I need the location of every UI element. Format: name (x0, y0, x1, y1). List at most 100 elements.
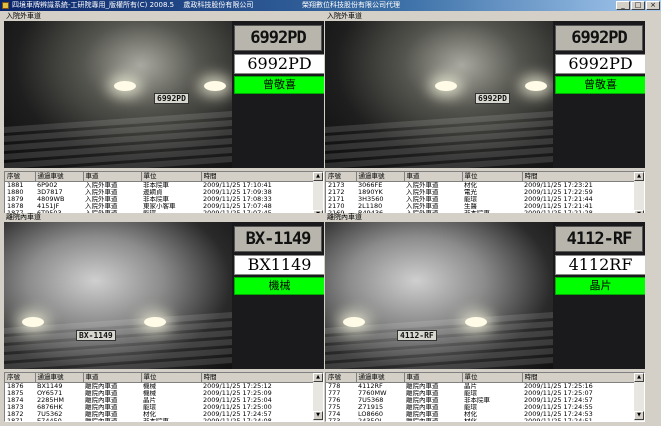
vendor-text: 榮翔數位科技股份有限公司代理 (302, 1, 400, 9)
scroll-up-icon[interactable]: ▲ (313, 172, 323, 181)
table-row[interactable]: 778 4112RF 離院內車道 晶片 2009/11/25 17:25:16 (326, 382, 634, 390)
cell: 774 (328, 410, 341, 418)
column-header[interactable]: 單位 (141, 172, 202, 182)
cell: 2009/11/25 17:23:21 (524, 181, 593, 189)
column-header[interactable]: 單位 (462, 373, 523, 383)
cell: 能環 (464, 195, 477, 203)
records-list[interactable]: 序號 通過車號 車道 單位 時間 778 4112RF 離院內車道 晶片 2009/11/25 … (325, 372, 645, 422)
cell: 7760MW (358, 389, 387, 397)
close-button[interactable]: × (646, 1, 660, 10)
column-header[interactable]: 時間 (522, 373, 635, 383)
cell: 4112RF (358, 382, 383, 390)
column-header[interactable]: 序號 (326, 172, 357, 182)
column-header[interactable]: 時間 (201, 172, 314, 182)
column-header[interactable]: 序號 (326, 373, 357, 383)
table-row[interactable]: 1881 6P902 入院外車道 非本院車 2009/11/25 17:10:41 (5, 181, 313, 189)
cell: 2009/11/25 17:22:59 (524, 188, 593, 196)
cell: 2009/11/25 17:24:51 (524, 417, 593, 422)
cell: 非本院車 (143, 195, 169, 203)
table-row[interactable]: 774 LO8660 離院內車道 材化 2009/11/25 17:24:53 (326, 411, 634, 418)
table-row[interactable]: 2172 1890YK 入院外車道 電光 2009/11/25 17:22:59 (326, 189, 634, 196)
column-header[interactable]: 單位 (141, 373, 202, 383)
scroll-down-icon[interactable]: ▼ (313, 411, 323, 420)
cell: 離院內車道 (85, 382, 118, 390)
cell: 778 (328, 382, 341, 390)
column-header[interactable]: 時間 (522, 172, 635, 182)
column-header[interactable]: 通過車號 (356, 172, 405, 182)
cell: 材化 (464, 410, 477, 418)
headlight-right (204, 81, 226, 91)
table-row[interactable]: 773 2435OJ 離院內車道 材化 2009/11/25 17:24:51 (326, 417, 634, 422)
records-table: 序號 通過車號 車道 單位 時間 778 4112RF 離院內車道 晶片 2009/11/25 … (326, 373, 635, 422)
cell: 離院內車道 (406, 396, 439, 404)
table-row[interactable]: 2171 3H3560 入院外車道 能環 2009/11/25 17:21:44 (326, 196, 634, 203)
lane-label: 離院內車道 (6, 213, 41, 221)
records-list[interactable]: 序號 通過車號 車道 單位 時間 1876 BX1149 離院內車道 機械 2009/11/25… (4, 372, 324, 422)
cell: 電光 (464, 188, 477, 196)
recognized-plate: 6992PD (555, 54, 645, 74)
scroll-down-icon[interactable]: ▼ (634, 411, 644, 420)
camera-view: 6992PD 6992PD 6992PD 曾敬喜 (4, 21, 324, 168)
table-row[interactable]: 1872 7U5362 離院內車道 材化 2009/11/25 17:24:57 (5, 411, 313, 418)
photo-plate: BX-1149 (76, 330, 116, 341)
column-header[interactable]: 車道 (404, 373, 463, 383)
cell: 入院外車道 (406, 195, 439, 203)
table-row[interactable]: 776 7U5368 離院內車道 非本院車 2009/11/25 17:24:57 (326, 397, 634, 404)
cell: 6P902 (37, 181, 58, 189)
cell: 離院內車道 (85, 396, 118, 404)
column-header[interactable]: 車道 (83, 172, 142, 182)
cell: 能環 (464, 403, 477, 411)
cell: 晶片 (143, 396, 156, 404)
scroll-up-icon[interactable]: ▲ (313, 373, 323, 382)
scroll-up-icon[interactable]: ▲ (634, 172, 644, 181)
cell: 2009/11/25 17:10:41 (203, 181, 272, 189)
table-header-row: 序號 通過車號 車道 單位 時間 (5, 172, 314, 182)
column-header[interactable]: 時間 (201, 373, 314, 383)
column-header[interactable]: 單位 (462, 172, 523, 182)
lane-label: 入院外車道 (6, 12, 41, 20)
cell: 1880 (7, 188, 24, 196)
cell: 入院外車道 (85, 181, 118, 189)
table-row[interactable]: 775 Z71915 離院內車道 能環 2009/11/25 17:24:55 (326, 404, 634, 411)
table-row[interactable]: 777 7760MW 離院內車道 能環 2009/11/25 17:25:07 (326, 390, 634, 397)
column-header[interactable]: 通過車號 (356, 373, 405, 383)
column-header[interactable]: 車道 (404, 172, 463, 182)
vertical-scrollbar[interactable]: ▲ ▼ (634, 373, 644, 421)
column-header[interactable]: 通過車號 (35, 172, 84, 182)
table-row[interactable]: 1878 4151JF 入院外車道 東家小客車 2009/11/25 17:07:48 (5, 203, 313, 210)
cell: 2009/11/25 17:21:44 (524, 195, 593, 203)
cell: 機械 (143, 389, 156, 397)
table-row[interactable]: 1880 3D7817 入院外車道 邊綱貞 2009/11/25 17:09:38 (5, 189, 313, 196)
table-row[interactable]: 2173 3066FE 入院外車道 材化 2009/11/25 17:23:21 (326, 181, 634, 189)
cell: 離院內車道 (406, 417, 439, 422)
maximize-button[interactable]: □ (631, 1, 645, 10)
cell: 2L1180 (358, 202, 383, 210)
column-header[interactable]: 通過車號 (35, 373, 84, 383)
cell: 能環 (464, 389, 477, 397)
scroll-up-icon[interactable]: ▲ (634, 373, 644, 382)
cell: 6876HK (37, 403, 63, 411)
table-row[interactable]: 1879 4809WB 入院外車道 非本院車 2009/11/25 17:08:33 (5, 196, 313, 203)
cell: 2009/11/25 17:24:55 (524, 403, 593, 411)
cell: Z71915 (358, 403, 384, 411)
table-row[interactable]: 1875 OY6571 離院內車道 機械 2009/11/25 17:25:09 (5, 390, 313, 397)
table-row[interactable]: 2170 2L1180 入院外車道 生醫 2009/11/25 17:21:41 (326, 203, 634, 210)
vehicle-photo: 6992PD (4, 21, 232, 168)
vertical-scrollbar[interactable]: ▲ ▼ (313, 373, 323, 421)
table-row[interactable]: 1876 BX1149 離院內車道 機械 2009/11/25 17:25:12 (5, 382, 313, 390)
cell: 2009/11/25 17:21:41 (524, 202, 593, 210)
minimize-button[interactable]: _ (616, 1, 630, 10)
table-row[interactable]: 1874 2285HM 離院內車道 晶片 2009/11/25 17:25:04 (5, 397, 313, 404)
column-header[interactable]: 序號 (5, 373, 36, 383)
headlight-left (22, 317, 44, 327)
cell: 1872 (7, 410, 24, 418)
column-header[interactable]: 車道 (83, 373, 142, 383)
table-row[interactable]: 1871 E74450 離院內車道 非本院車 2009/11/25 17:24:08 (5, 418, 313, 422)
table-header-row: 序號 通過車號 車道 單位 時間 (326, 373, 635, 383)
column-header[interactable]: 序號 (5, 172, 36, 182)
cell: 2009/11/25 17:25:09 (203, 389, 272, 397)
cell: 入院外車道 (406, 202, 439, 210)
table-row[interactable]: 1873 6876HK 離院內車道 能環 2009/11/25 17:25:00 (5, 404, 313, 411)
app-icon (2, 2, 9, 9)
plate-crop-text: 6992PD (250, 28, 306, 48)
